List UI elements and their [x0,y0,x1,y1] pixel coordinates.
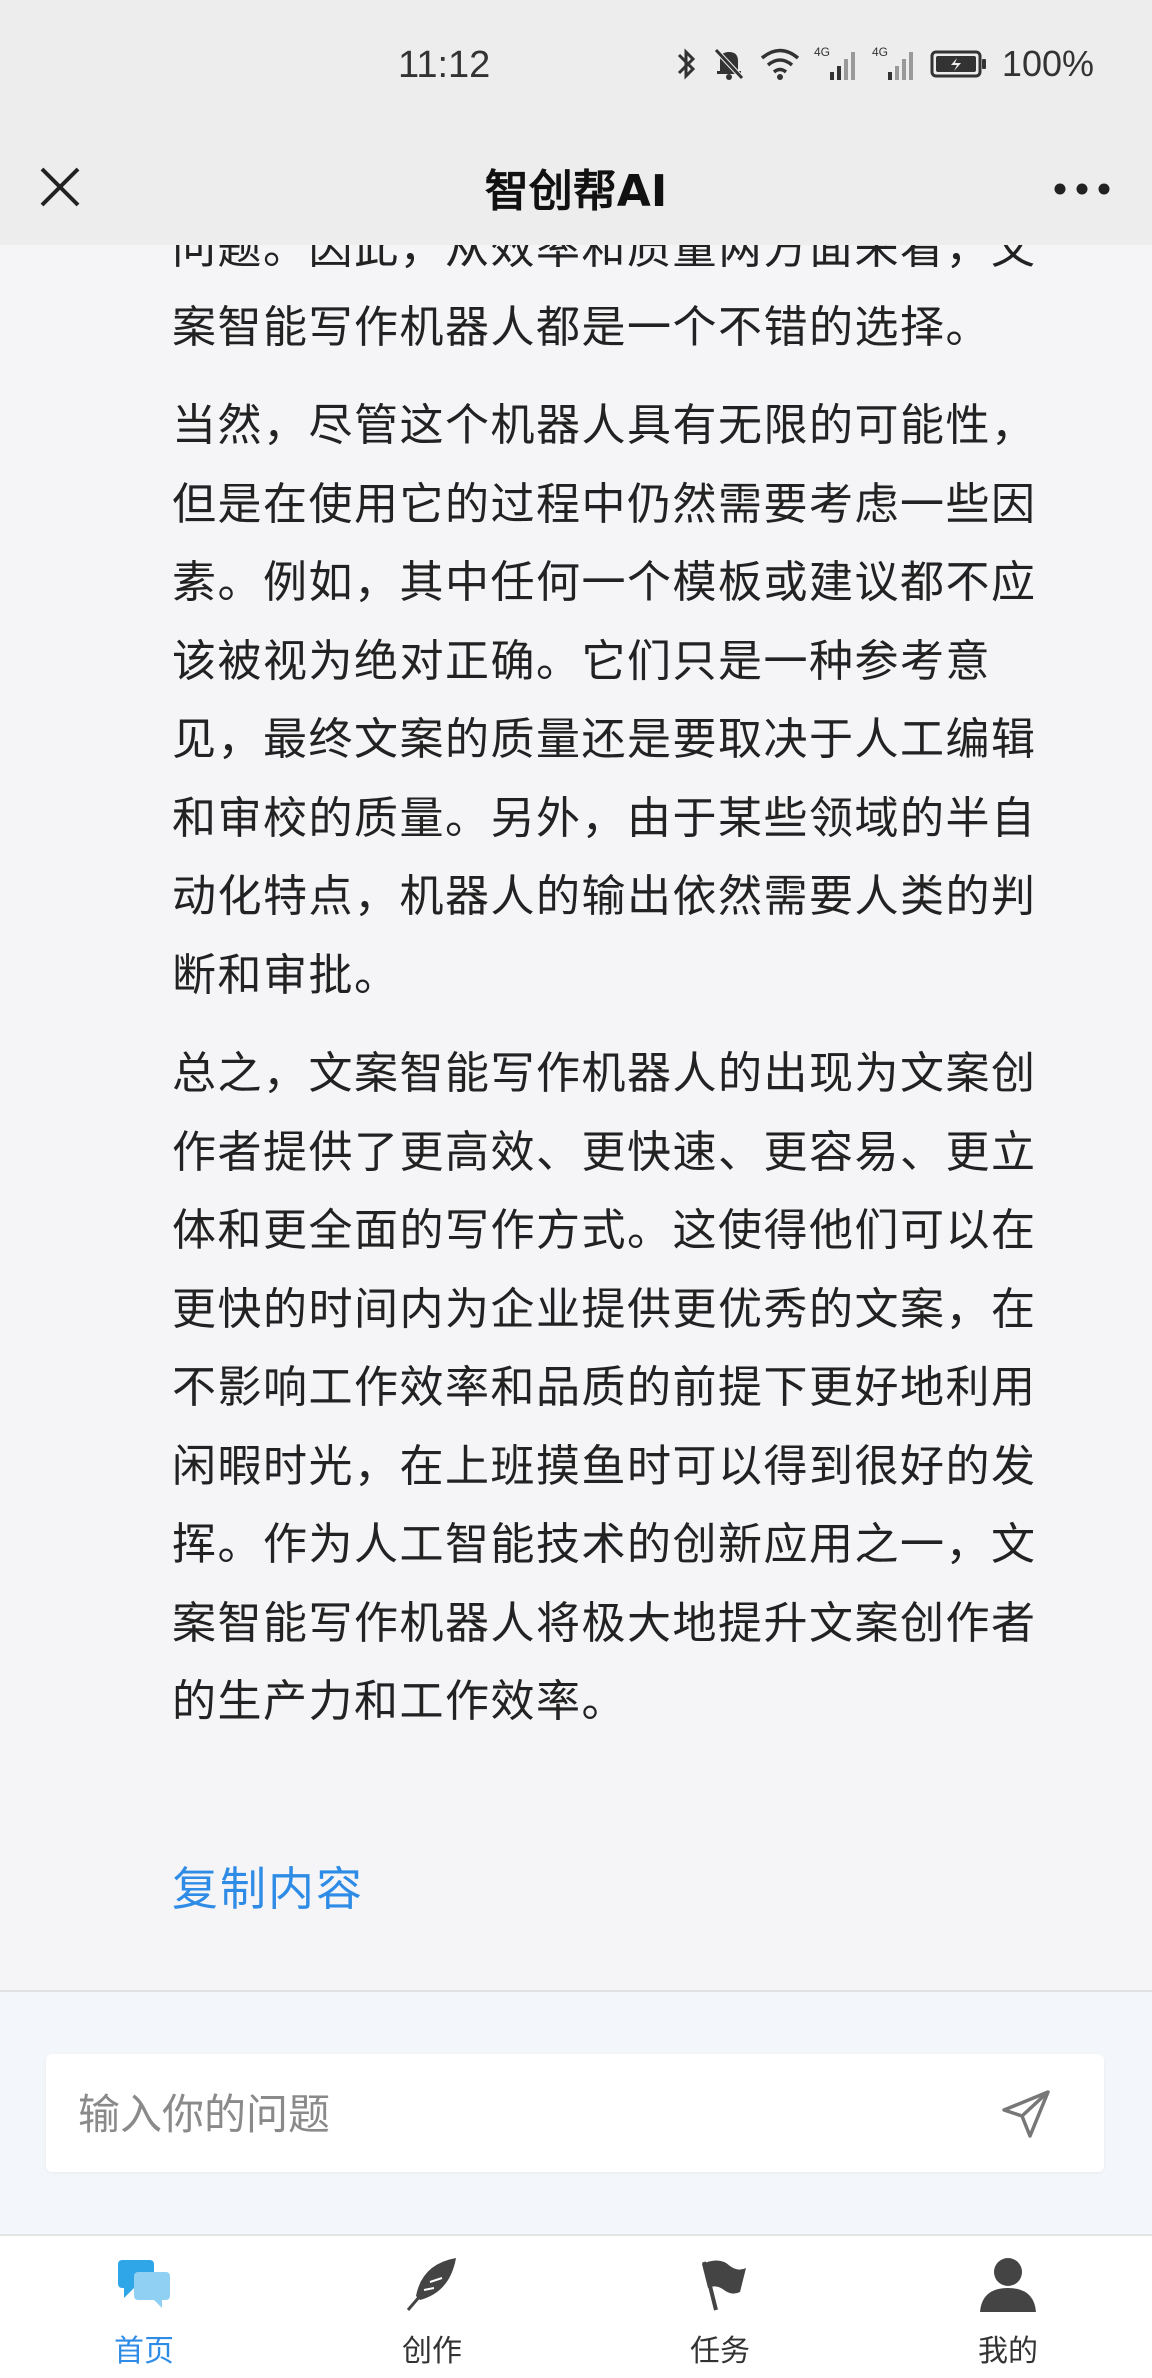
question-input[interactable] [76,2054,980,2174]
input-area [0,1992,1152,2234]
battery-icon [930,49,988,79]
question-input-box [46,2054,1104,2174]
feather-icon [402,2254,462,2314]
article-paragraph: 问题。因此，从效率和质量两方面来看，文案智能写作机器人都是一个不错的选择。 [172,245,1037,353]
article-viewport[interactable]: 问题。因此，从效率和质量两方面来看，文案智能写作机器人都是一个不错的选择。 当然… [0,245,1152,1990]
mute-bell-icon [712,46,746,82]
tab-create[interactable]: 创作 [288,2236,576,2378]
bluetooth-icon [676,46,698,82]
article-paragraph: 总之，文案智能写作机器人的出现为文案创作者提供了更高效、更快速、更容易、更立体和… [172,1048,1037,1727]
tab-label: 创作 [402,2334,462,2369]
article-paragraph: 当然，尽管这个机器人具有无限的可能性，但是在使用它的过程中仍然需要考虑一些因素。… [172,400,1037,1001]
tab-label: 任务 [690,2334,750,2369]
chat-icon [114,2254,174,2314]
tab-label: 首页 [114,2334,174,2369]
battery-level: 100% [1001,43,1094,84]
flag-icon [690,2254,750,2314]
signal-icon-2: 4G [872,44,916,84]
network-label-1: 4G [814,45,830,59]
tab-tasks[interactable]: 任务 [576,2236,864,2378]
copy-content-link[interactable]: 复制内容 [172,1853,364,1919]
wifi-icon [760,47,800,81]
more-icon[interactable] [1050,161,1114,217]
tab-home[interactable]: 首页 [0,2236,288,2378]
status-bar: 11:12 4G 4G 100% [0,0,1152,135]
status-icons: 4G 4G 100% [676,42,1094,86]
tab-mine[interactable]: 我的 [864,2236,1152,2378]
article-body: 问题。因此，从效率和质量两方面来看，文案智能写作机器人都是一个不错的选择。 当然… [172,245,1052,1762]
send-icon[interactable] [998,2086,1054,2142]
tab-bar: 首页 创作 任务 我的 [0,2234,1152,2378]
tab-label: 我的 [978,2334,1038,2369]
network-label-2: 4G [872,45,888,59]
signal-icon-1: 4G [814,44,858,84]
status-time: 11:12 [398,44,491,86]
user-icon [978,2254,1038,2314]
nav-bar: 智创帮AI [0,135,1152,245]
page-title: 智创帮AI [484,166,668,217]
